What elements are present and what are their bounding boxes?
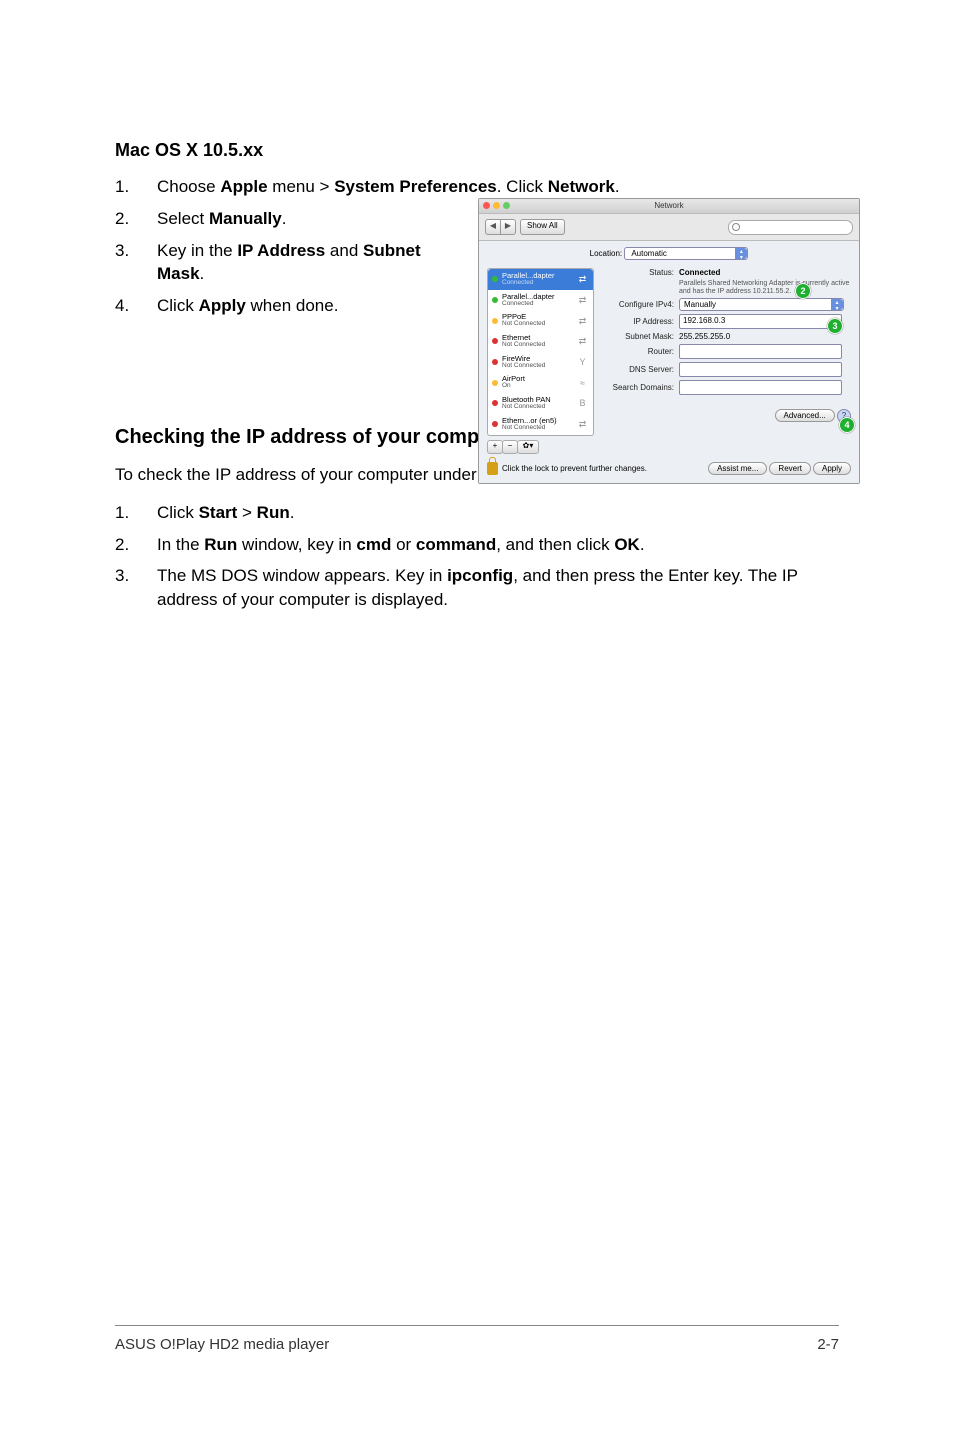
sidebar-item[interactable]: Ethern...or (en5)Not Connected⇄ bbox=[488, 414, 593, 435]
section-title: Mac OS X 10.5.xx bbox=[115, 140, 839, 161]
interface-icon: ⇄ bbox=[576, 419, 589, 429]
status-value: Connected bbox=[679, 268, 720, 277]
dns-server-field[interactable] bbox=[679, 362, 842, 377]
interface-icon: ≈ bbox=[576, 378, 589, 388]
sidebar-item[interactable]: FireWireNot ConnectedY bbox=[488, 352, 593, 373]
ip-address-field[interactable]: 192.168.0.3 bbox=[679, 314, 842, 329]
interface-icon: ⇄ bbox=[576, 316, 589, 326]
minimize-icon[interactable] bbox=[493, 202, 500, 209]
router-field[interactable] bbox=[679, 344, 842, 359]
status-dot-icon bbox=[492, 276, 498, 282]
lock-icon[interactable] bbox=[487, 462, 498, 475]
detail-pane: Status: Connected Parallels Shared Netwo… bbox=[602, 268, 851, 454]
back-button[interactable]: ◀ bbox=[485, 219, 501, 235]
step-item: 2.In the Run window, key in cmd or comma… bbox=[115, 533, 839, 557]
search-input[interactable] bbox=[728, 220, 853, 235]
callout-badge-4: 4 bbox=[839, 417, 855, 433]
traffic-lights[interactable] bbox=[483, 202, 510, 209]
subnet-mask-value: 255.255.255.0 bbox=[679, 332, 851, 341]
search-domains-field[interactable] bbox=[679, 380, 842, 395]
status-dot-icon bbox=[492, 297, 498, 303]
status-dot-icon bbox=[492, 380, 498, 386]
callout-badge-2: 2 bbox=[795, 283, 811, 299]
advanced-button[interactable]: Advanced... bbox=[775, 409, 835, 422]
status-dot-icon bbox=[492, 400, 498, 406]
apply-button[interactable]: Apply bbox=[813, 462, 851, 475]
network-prefs-screenshot: Network ◀ ▶ Show All Location: Automatic… bbox=[478, 198, 860, 484]
revert-button[interactable]: Revert bbox=[769, 462, 811, 475]
win-steps-list: 1.Click Start > Run. 2.In the Run window,… bbox=[115, 501, 839, 612]
status-note: Parallels Shared Networking Adapter is c… bbox=[679, 280, 851, 295]
forward-button[interactable]: ▶ bbox=[501, 219, 516, 235]
sidebar-item[interactable]: Bluetooth PANNot ConnectedB bbox=[488, 393, 593, 414]
window-titlebar: Network bbox=[479, 199, 859, 214]
status-dot-icon bbox=[492, 338, 498, 344]
add-service-button[interactable]: + bbox=[487, 440, 503, 454]
close-icon[interactable] bbox=[483, 202, 490, 209]
window-title: Network bbox=[654, 201, 683, 210]
status-dot-icon bbox=[492, 318, 498, 324]
lock-text: Click the lock to prevent further change… bbox=[502, 464, 706, 473]
status-dot-icon bbox=[492, 359, 498, 365]
zoom-icon[interactable] bbox=[503, 202, 510, 209]
network-services-sidebar[interactable]: Parallel...dapterConnected⇄Parallel...da… bbox=[487, 268, 594, 436]
assist-me-button[interactable]: Assist me... bbox=[708, 462, 767, 475]
toolbar: ◀ ▶ Show All bbox=[479, 214, 859, 241]
action-menu-button[interactable]: ✿▾ bbox=[517, 440, 539, 454]
interface-icon: B bbox=[576, 398, 589, 408]
sidebar-item[interactable]: EthernetNot Connected⇄ bbox=[488, 331, 593, 352]
chevron-updown-icon: ▴▾ bbox=[735, 248, 747, 259]
remove-service-button[interactable]: − bbox=[502, 440, 518, 454]
interface-icon: ⇄ bbox=[576, 295, 589, 305]
footer-product: ASUS O!Play HD2 media player bbox=[115, 1336, 329, 1353]
footer-pagenum: 2-7 bbox=[817, 1336, 839, 1353]
sidebar-item[interactable]: PPPoENot Connected⇄ bbox=[488, 310, 593, 331]
step-item: 1.Choose Apple menu > System Preferences… bbox=[115, 175, 839, 199]
sidebar-item[interactable]: Parallel...dapterConnected⇄ bbox=[488, 269, 593, 290]
interface-icon: ⇄ bbox=[576, 274, 589, 284]
chevron-updown-icon: ▴▾ bbox=[831, 299, 843, 310]
status-dot-icon bbox=[492, 421, 498, 427]
step-item: 1.Click Start > Run. bbox=[115, 501, 839, 525]
sidebar-item[interactable]: Parallel...dapterConnected⇄ bbox=[488, 290, 593, 311]
location-row: Location: Automatic ▴▾ bbox=[487, 247, 851, 260]
page-footer: ASUS O!Play HD2 media player 2-7 bbox=[115, 1325, 839, 1353]
interface-icon: Y bbox=[576, 357, 589, 367]
show-all-button[interactable]: Show All bbox=[520, 219, 565, 235]
location-select[interactable]: Automatic ▴▾ bbox=[624, 247, 748, 260]
step-item: 3.The MS DOS window appears. Key in ipco… bbox=[115, 564, 839, 612]
sidebar-item[interactable]: AirPortOn≈ bbox=[488, 372, 593, 393]
interface-icon: ⇄ bbox=[576, 336, 589, 346]
configure-ipv4-select[interactable]: Manually ▴▾ bbox=[679, 298, 844, 311]
